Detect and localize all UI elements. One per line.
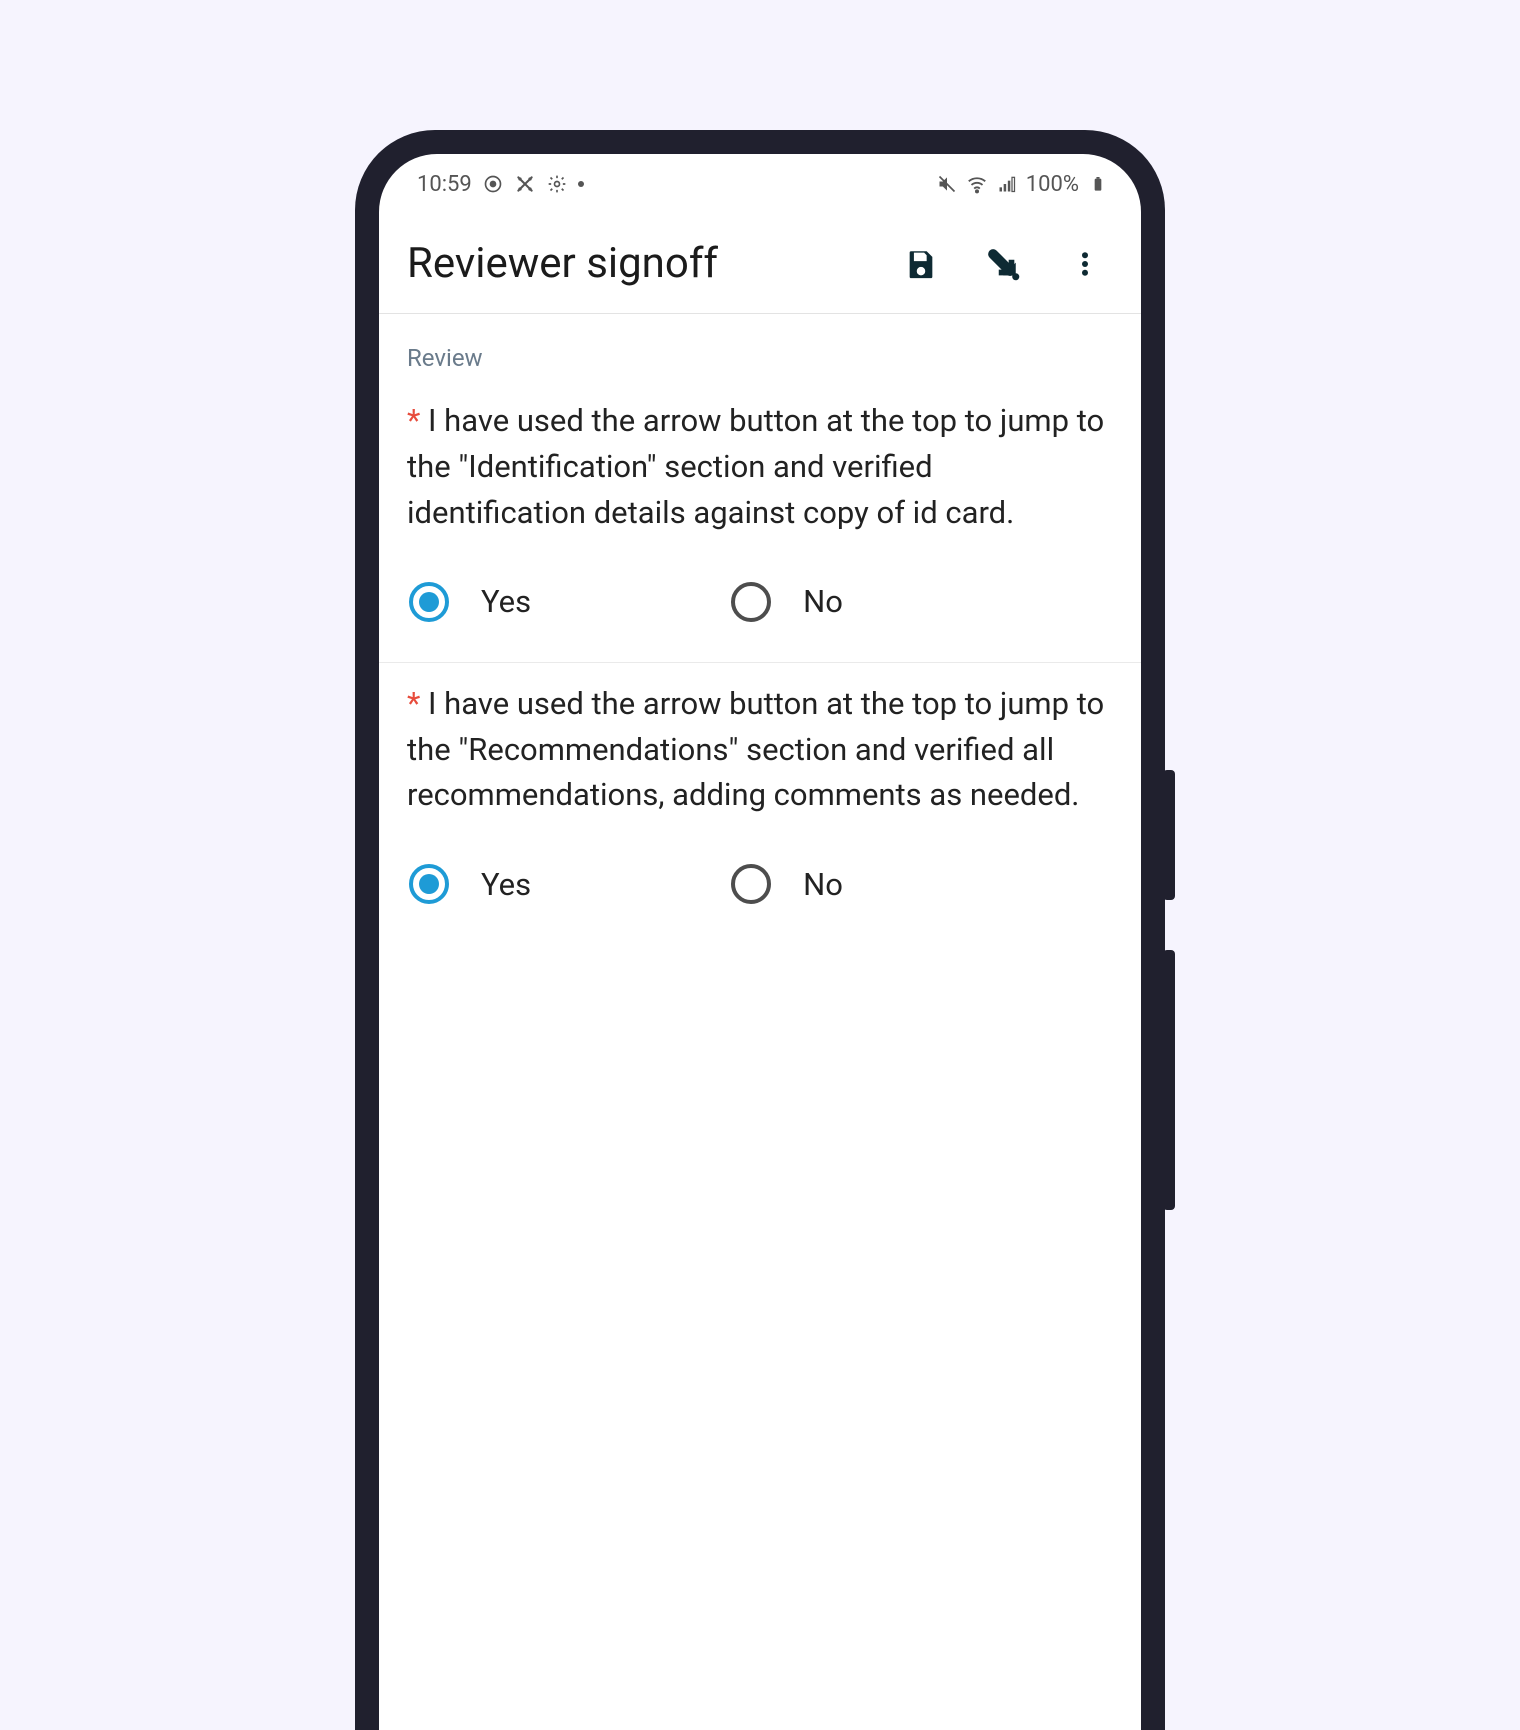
page-title: Reviewer signoff — [407, 239, 901, 288]
appbar-actions — [901, 244, 1105, 284]
phone-side-button-1 — [1163, 770, 1175, 900]
jump-button[interactable] — [983, 244, 1023, 284]
question-2-options: Yes No — [407, 864, 1113, 904]
status-mute-icon — [936, 173, 958, 195]
phone-screen: 10:59 — [379, 154, 1141, 1730]
question-2-body: I have used the arrow button at the top … — [407, 685, 1104, 814]
status-wifi-icon — [966, 173, 988, 195]
question-2-text: * I have used the arrow button at the to… — [407, 681, 1113, 819]
status-time: 10:59 — [417, 172, 472, 197]
save-button[interactable] — [901, 244, 941, 284]
status-tools-icon — [514, 173, 536, 195]
question-1-options: Yes No — [407, 582, 1113, 622]
required-marker: * — [407, 402, 420, 439]
arrow-down-right-icon — [986, 247, 1020, 281]
required-marker: * — [407, 685, 420, 722]
save-icon — [904, 247, 938, 281]
radio-selected-icon — [409, 864, 449, 904]
form-content: Review * I have used the arrow button at… — [379, 314, 1141, 1730]
overflow-menu-button[interactable] — [1065, 244, 1105, 284]
question-block-2: * I have used the arrow button at the to… — [379, 663, 1141, 945]
status-right: 100% — [936, 172, 1109, 197]
question-2-option-no[interactable]: No — [731, 864, 843, 904]
question-block-1: * I have used the arrow button at the to… — [379, 380, 1141, 663]
phone-side-button-2 — [1163, 950, 1175, 1210]
question-2-option-yes[interactable]: Yes — [409, 864, 531, 904]
status-battery-text: 100% — [1026, 172, 1079, 197]
status-battery-icon — [1087, 173, 1109, 195]
status-more-dot — [578, 181, 584, 187]
radio-selected-icon — [409, 582, 449, 622]
option-label-no: No — [803, 866, 843, 903]
radio-unselected-icon — [731, 582, 771, 622]
option-label-yes: Yes — [481, 866, 531, 903]
question-1-option-yes[interactable]: Yes — [409, 582, 531, 622]
status-bar: 10:59 — [379, 154, 1141, 214]
question-1-body: I have used the arrow button at the top … — [407, 402, 1104, 531]
status-left: 10:59 — [417, 172, 584, 197]
option-label-no: No — [803, 583, 843, 620]
status-record-icon — [482, 173, 504, 195]
question-1-option-no[interactable]: No — [731, 582, 843, 622]
question-1-text: * I have used the arrow button at the to… — [407, 398, 1113, 536]
app-bar: Reviewer signoff — [379, 214, 1141, 314]
phone-frame: 10:59 — [355, 130, 1165, 1730]
status-gear-icon — [546, 173, 568, 195]
more-vert-icon — [1070, 249, 1100, 279]
status-signal-icon — [996, 173, 1018, 195]
radio-unselected-icon — [731, 864, 771, 904]
option-label-yes: Yes — [481, 583, 531, 620]
section-label: Review — [379, 314, 1141, 380]
